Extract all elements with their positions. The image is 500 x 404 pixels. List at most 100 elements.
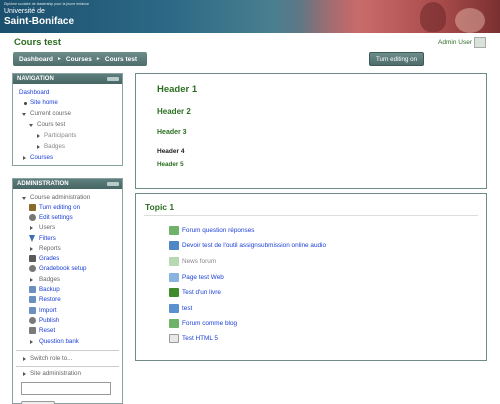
admin-badges[interactable]: Badges xyxy=(39,276,60,283)
expand-right-icon[interactable] xyxy=(30,247,33,251)
heading-3: Header 3 xyxy=(157,129,187,136)
admin-turn-editing-on[interactable]: Turn editing on xyxy=(39,204,80,211)
topic-title: Topic 1 xyxy=(145,202,175,212)
admin-filters[interactable]: Filters xyxy=(39,235,56,242)
gear-icon xyxy=(29,265,36,272)
block-controls-icon[interactable] xyxy=(107,182,119,186)
restore-icon xyxy=(29,296,36,303)
activity-item[interactable]: test xyxy=(169,304,192,313)
expand-right-icon[interactable] xyxy=(23,372,26,376)
activity-item[interactable]: Page test Web xyxy=(169,273,224,282)
expand-right-icon[interactable] xyxy=(37,145,40,149)
turn-editing-on-button[interactable]: Turn editing on xyxy=(369,52,424,66)
block-controls-icon[interactable] xyxy=(107,77,119,81)
admin-search-input[interactable] xyxy=(21,382,111,395)
site-logo[interactable]: Diplôme scolaire de leadership pour la j… xyxy=(4,2,110,30)
forum-icon xyxy=(169,257,179,266)
admin-gradebook-setup[interactable]: Gradebook setup xyxy=(39,265,86,272)
activity-link[interactable]: Forum question réponses xyxy=(182,227,254,234)
breadcrumb: Dashboard ► Courses ► Cours test xyxy=(13,52,147,66)
nav-item-badges[interactable]: Badges xyxy=(44,143,65,150)
admin-publish[interactable]: Publish xyxy=(39,317,59,324)
expand-down-icon[interactable] xyxy=(22,113,26,116)
activity-link[interactable]: test xyxy=(182,305,192,312)
pencil-icon xyxy=(29,204,36,211)
expand-right-icon[interactable] xyxy=(30,278,33,282)
activity-item[interactable]: Forum question réponses xyxy=(169,226,254,235)
user-menu-name[interactable]: Admin User xyxy=(438,39,472,46)
gear-icon xyxy=(29,214,36,221)
site-banner: Diplôme scolaire de leadership pour la j… xyxy=(0,0,500,33)
activity-link[interactable]: Page test Web xyxy=(182,274,224,281)
import-icon xyxy=(29,307,36,314)
nav-item-dashboard[interactable]: Dashboard xyxy=(19,89,49,96)
expand-right-icon[interactable] xyxy=(30,226,33,230)
grades-icon xyxy=(29,255,36,262)
nav-item-site-home[interactable]: Site home xyxy=(30,99,58,106)
page-icon xyxy=(169,273,179,282)
activity-link[interactable]: Test HTML 5 xyxy=(182,335,218,342)
activity-item[interactable]: Test HTML 5 xyxy=(169,334,218,343)
activity-link[interactable]: News forum xyxy=(182,258,216,265)
page-title: Cours test xyxy=(14,37,61,48)
folder-icon xyxy=(169,304,179,313)
activity-link[interactable]: Test d'un livre xyxy=(182,289,221,296)
admin-restore[interactable]: Restore xyxy=(39,296,61,303)
logo-tagline: Diplôme scolaire de leadership pour la j… xyxy=(4,2,90,6)
logo-line-2: Saint-Boniface xyxy=(4,16,75,27)
heading-2: Header 2 xyxy=(157,107,191,116)
admin-switch-role[interactable]: Switch role to... xyxy=(30,355,72,362)
admin-reports[interactable]: Reports xyxy=(39,245,61,252)
backup-icon xyxy=(29,286,36,293)
heading-4: Header 4 xyxy=(157,148,185,155)
expand-down-icon[interactable] xyxy=(22,197,26,200)
banner-photo-figure xyxy=(455,8,485,33)
reset-icon xyxy=(29,327,36,334)
forum-icon xyxy=(169,226,179,235)
expand-right-icon[interactable] xyxy=(37,134,40,138)
headers-section: Header 1 Header 2 Header 3 Header 4 Head… xyxy=(135,73,487,189)
nav-item-current-course[interactable]: Current course xyxy=(30,110,71,117)
nav-item-courses[interactable]: Courses xyxy=(30,154,53,161)
admin-site-administration[interactable]: Site administration xyxy=(30,370,81,377)
admin-question-bank[interactable]: Question bank xyxy=(39,338,79,345)
breadcrumb-dashboard[interactable]: Dashboard xyxy=(19,56,53,63)
page-icon xyxy=(169,334,179,343)
nav-item-participants[interactable]: Participants xyxy=(44,132,76,139)
divider xyxy=(16,366,119,367)
breadcrumb-separator-icon: ► xyxy=(56,56,62,62)
admin-edit-settings[interactable]: Edit settings xyxy=(39,214,73,221)
avatar[interactable] xyxy=(474,37,486,48)
activity-link[interactable]: Forum comme blog xyxy=(182,320,237,327)
admin-grades[interactable]: Grades xyxy=(39,255,59,262)
book-icon xyxy=(169,288,179,297)
breadcrumb-courses[interactable]: Courses xyxy=(66,56,92,63)
administration-block: ADMINISTRATION Course administration Tur… xyxy=(12,178,123,404)
activity-link[interactable]: Devoir test de l'outil assignsubmission … xyxy=(182,242,326,249)
divider xyxy=(16,350,119,351)
navigation-block-title: NAVIGATION xyxy=(17,76,54,82)
activity-item[interactable]: News forum xyxy=(169,257,216,266)
admin-backup[interactable]: Backup xyxy=(39,286,60,293)
expand-down-icon[interactable] xyxy=(29,124,33,127)
nav-item-cours-test[interactable]: Cours test xyxy=(37,121,65,128)
navigation-block-header: NAVIGATION xyxy=(13,74,122,84)
admin-course-administration[interactable]: Course administration xyxy=(30,194,90,201)
breadcrumb-cours-test[interactable]: Cours test xyxy=(105,56,137,63)
activity-item[interactable]: Devoir test de l'outil assignsubmission … xyxy=(169,241,326,250)
expand-right-icon[interactable] xyxy=(30,340,33,344)
expand-right-icon[interactable] xyxy=(23,357,26,361)
assignment-icon xyxy=(169,241,179,250)
logo-line-1: Université de xyxy=(4,8,45,15)
topic-divider xyxy=(144,215,478,216)
expand-right-icon[interactable] xyxy=(23,156,26,160)
topic-section: Topic 1 Forum question réponses Devoir t… xyxy=(135,193,487,361)
forum-icon xyxy=(169,319,179,328)
admin-users[interactable]: Users xyxy=(39,224,55,231)
activity-item[interactable]: Test d'un livre xyxy=(169,288,221,297)
admin-reset[interactable]: Reset xyxy=(39,327,55,334)
banner-photo-figure xyxy=(420,2,446,32)
navigation-block: NAVIGATION Dashboard Site home Current c… xyxy=(12,73,123,166)
admin-import[interactable]: Import xyxy=(39,307,57,314)
activity-item[interactable]: Forum comme blog xyxy=(169,319,237,328)
